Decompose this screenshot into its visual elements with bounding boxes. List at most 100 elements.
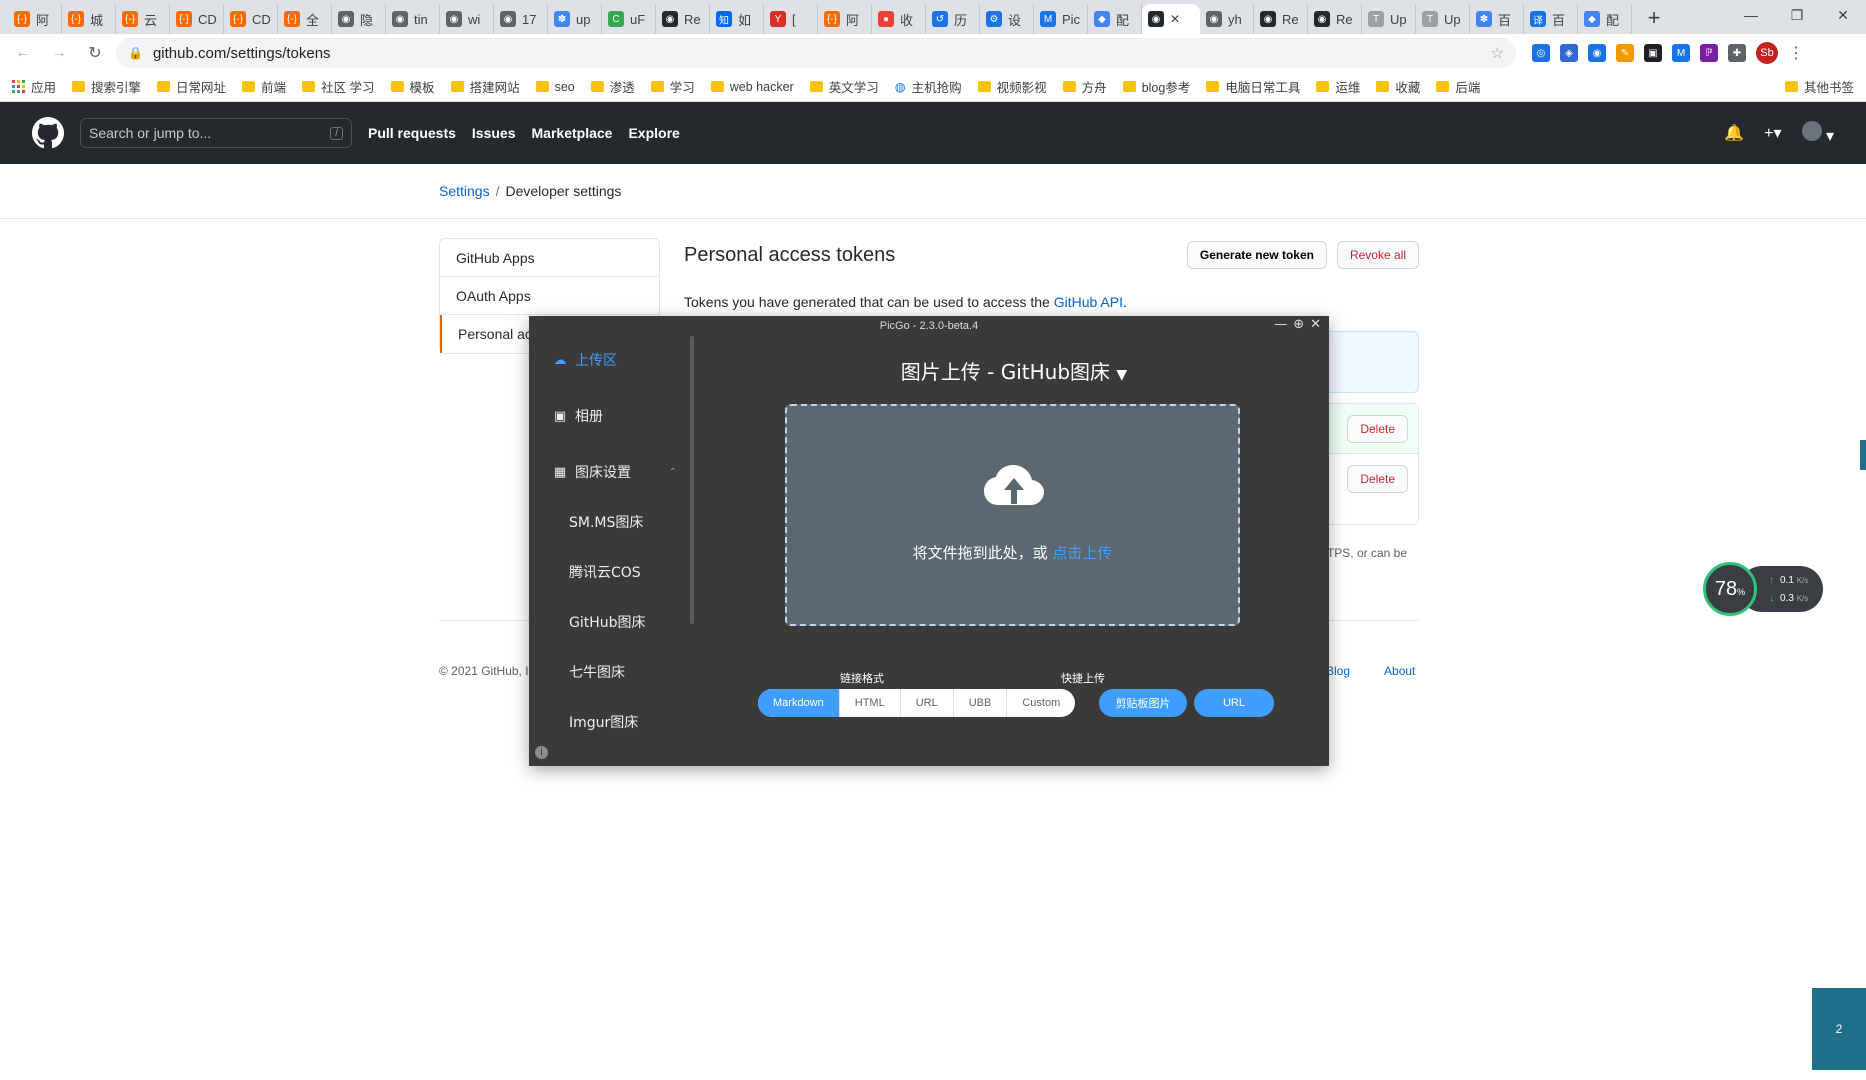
browser-tab[interactable]: CuF [602,4,656,34]
browser-tab[interactable]: ↺ 历 [926,4,980,34]
clipboard-upload-button[interactable]: 剪贴板图片 [1099,689,1187,717]
network-speed-widget[interactable]: ↑ 0.1 K/s ↓ 0.3 K/s 78% [1703,562,1823,616]
menu-github-apps[interactable]: GitHub Apps [440,239,659,277]
nav-issues[interactable]: Issues [472,125,516,141]
browser-tab[interactable]: T Up [1416,4,1470,34]
bookmark-star-icon[interactable]: ☆ [1491,44,1504,62]
breadcrumb-settings-link[interactable]: Settings [439,183,490,199]
browser-tab[interactable]: ◆ 配 [1578,4,1632,34]
browser-tab[interactable]: ◉ tin [386,4,440,34]
menu-oauth-apps[interactable]: OAuth Apps [440,277,659,315]
extension-icon[interactable]: M [1672,44,1690,62]
bookmark-folder[interactable]: 视频影视 [977,77,1047,96]
browser-tab[interactable]: ◉ wi [440,4,494,34]
nav-explore[interactable]: Explore [628,125,679,141]
browser-tab[interactable]: 知如 [710,4,764,34]
generate-token-button[interactable]: Generate new token [1186,241,1327,269]
browser-tab[interactable]: ◉ 17 [494,4,548,34]
picgo-menu-upload[interactable]: ☁ 上传区 [553,350,618,370]
picgo-upload-heading[interactable]: 图片上传 - GitHub图床 ▼ [699,356,1329,385]
browser-tab[interactable]: M Pic [1034,4,1088,34]
browser-tab[interactable]: ◉ Re [1308,4,1362,34]
maximize-icon[interactable]: ❐ [1774,0,1820,30]
footer-blog-link[interactable]: Blog [1326,664,1350,678]
bookmark-folder[interactable]: 日常网址 [157,77,226,96]
github-search-input[interactable]: Search or jump to... / [80,118,352,148]
browser-tab[interactable]: ◉ Re [1254,4,1308,34]
browser-tab[interactable]: ⚙ 设 [980,4,1034,34]
new-tab-button[interactable]: + [1640,4,1668,32]
format-html-button[interactable]: HTML [840,689,901,717]
nav-marketplace[interactable]: Marketplace [532,125,613,141]
nav-pull-requests[interactable]: Pull requests [368,125,456,141]
bookmark-apps[interactable]: 应用 [12,77,56,96]
picgo-host-tencent[interactable]: 腾讯云COS [569,562,641,582]
extension-icon[interactable]: ✚ [1728,44,1746,62]
bookmark-folder[interactable]: 学习 [650,77,695,96]
github-logo-icon[interactable] [32,117,64,149]
url-upload-button[interactable]: URL [1194,689,1274,717]
bookmark-folder[interactable]: 电脑日常工具 [1206,77,1300,96]
picgo-menu-album[interactable]: ▣ 相册 [553,406,603,426]
forward-icon[interactable]: → [44,38,74,68]
browser-tab[interactable]: {-} 城 [62,4,116,34]
picgo-close-icon[interactable]: ✕ [1310,317,1321,332]
browser-tab[interactable]: ✽ 百 [1470,4,1524,34]
other-bookmarks[interactable]: 其他书签 [1784,77,1854,96]
extension-icon[interactable]: ▣ [1644,44,1662,62]
browser-tab[interactable]: Y[ [764,4,818,34]
bookmark-folder[interactable]: 模板 [390,77,435,96]
browser-tab[interactable]: T Up [1362,4,1416,34]
minimize-icon[interactable]: — [1728,0,1774,30]
delete-token-button[interactable]: Delete [1347,414,1408,443]
browser-tab[interactable]: ✽ up [548,4,602,34]
github-api-link[interactable]: GitHub API [1054,294,1123,310]
picgo-menu-settings[interactable]: ▦ 图床设置 ⌃ [553,462,677,482]
delete-token-button[interactable]: Delete [1347,465,1408,493]
picgo-host-github[interactable]: GitHub图床 [569,612,646,632]
browser-menu-icon[interactable]: ⋮ [1788,43,1804,63]
bookmark-folder[interactable]: seo [535,80,575,94]
back-icon[interactable]: ← [8,38,38,68]
bookmark-folder[interactable]: 搭建网站 [450,77,520,96]
bookmark-folder[interactable]: 后端 [1436,77,1480,96]
format-markdown-button[interactable]: Markdown [758,689,840,717]
user-menu[interactable]: ▾ [1801,120,1834,146]
bookmark-folder[interactable]: 搜索引擎 [72,77,141,96]
reload-icon[interactable]: ↻ [80,38,110,68]
extension-icon[interactable]: ◈ [1560,44,1578,62]
bookmark-folder[interactable]: 英文学习 [809,77,879,96]
browser-tab[interactable]: ◉ yh [1200,4,1254,34]
browser-tab-active[interactable]: ◉ ✕ [1142,4,1200,34]
picgo-host-qiniu[interactable]: 七牛图床 [569,662,625,682]
format-custom-button[interactable]: Custom [1007,689,1075,717]
picgo-host-smms[interactable]: SM.MS图床 [569,512,643,532]
picgo-pin-icon[interactable]: ⊕ [1293,317,1304,332]
address-bar[interactable]: 🔒 github.com/settings/tokens ☆ [116,38,1516,68]
browser-tab[interactable]: ◆ 配 [1088,4,1142,34]
revoke-all-button[interactable]: Revoke all [1336,241,1419,269]
notifications-bell-icon[interactable]: 🔔 [1724,123,1744,143]
picgo-sidebar-scrollbar[interactable] [690,336,694,624]
browser-tab[interactable]: {-} 云 [116,4,170,34]
browser-tab[interactable]: {-} 阿 [818,4,872,34]
extension-icon[interactable]: ✎ [1616,44,1634,62]
bookmark-folder[interactable]: ◍ 主机抢购 [895,77,962,96]
picgo-host-imgur[interactable]: Imgur图床 [569,712,638,732]
picgo-drop-zone[interactable]: 将文件拖到此处，或 点击上传 [785,404,1240,626]
footer-about-link[interactable]: About [1384,664,1415,678]
taskbar-tile[interactable]: 2 [1812,988,1866,1070]
bookmark-folder[interactable]: 方舟 [1062,77,1107,96]
profile-avatar[interactable]: Sb [1756,42,1778,64]
bookmark-folder[interactable]: 社区 学习 [302,77,375,96]
extension-icon[interactable]: ℙ [1700,44,1718,62]
tab-close-icon[interactable]: ✕ [1170,12,1180,26]
close-icon[interactable]: ✕ [1820,0,1866,30]
info-icon[interactable]: i [535,746,548,759]
bookmark-folder[interactable]: 前端 [242,77,286,96]
browser-tab[interactable]: {-} 全 [278,4,332,34]
extension-icon[interactable]: ◉ [1588,44,1606,62]
bookmark-folder[interactable]: 运维 [1316,77,1360,96]
browser-tab[interactable]: 译百 [1524,4,1578,34]
bookmark-folder[interactable]: web hacker [710,80,794,94]
